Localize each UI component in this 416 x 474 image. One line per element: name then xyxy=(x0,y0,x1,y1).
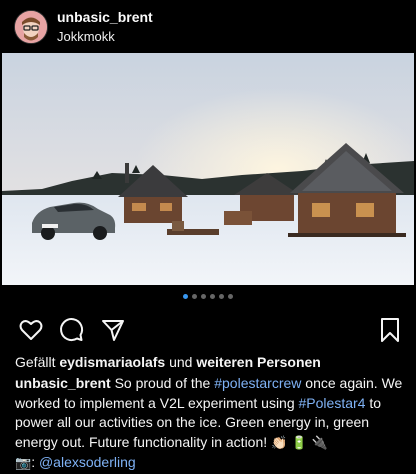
likes-middle: und xyxy=(169,354,193,370)
heart-icon[interactable] xyxy=(17,316,45,344)
share-icon[interactable] xyxy=(99,316,127,344)
likes-prefix: Gefällt xyxy=(15,354,56,370)
post-actions xyxy=(0,316,416,344)
carousel-indicator xyxy=(0,294,416,302)
carousel-dot[interactable] xyxy=(183,294,188,299)
likes-summary: Gefällt eydismariaolafs und weiteren Per… xyxy=(15,353,321,371)
post-username[interactable]: unbasic_brent xyxy=(57,9,153,26)
credit-separator: : xyxy=(31,454,36,470)
caption-emojis: 👏🏻 🔋 🔌 xyxy=(271,435,328,451)
post-photo[interactable] xyxy=(2,53,414,285)
carousel-dot[interactable] xyxy=(219,294,224,299)
photo-credit-mention[interactable]: @alexsoderling xyxy=(39,454,136,470)
caption-text-1: So proud of the xyxy=(114,375,211,391)
photo-scene xyxy=(2,53,414,285)
carousel-dot[interactable] xyxy=(201,294,206,299)
likes-user[interactable]: eydismariaolafs xyxy=(59,354,165,370)
carousel-dot[interactable] xyxy=(228,294,233,299)
carousel-dot[interactable] xyxy=(192,294,197,299)
avatar-image xyxy=(15,11,47,43)
caption-author[interactable]: unbasic_brent xyxy=(15,375,111,391)
hashtag-polestarcrew[interactable]: #polestarcrew xyxy=(214,375,301,391)
post-caption: unbasic_brent So proud of the #polestarc… xyxy=(15,374,407,474)
likes-others[interactable]: weiteren Personen xyxy=(196,354,321,370)
avatar[interactable] xyxy=(14,10,48,44)
carousel-dot[interactable] xyxy=(210,294,215,299)
bookmark-icon[interactable] xyxy=(376,316,404,344)
hashtag-polestar4[interactable]: #Polestar4 xyxy=(299,395,366,411)
comment-icon[interactable] xyxy=(57,316,85,344)
post-location[interactable]: Jokkmokk xyxy=(57,28,153,45)
post-header: unbasic_brent Jokkmokk xyxy=(0,0,416,52)
camera-emoji: 📷 xyxy=(15,456,32,471)
